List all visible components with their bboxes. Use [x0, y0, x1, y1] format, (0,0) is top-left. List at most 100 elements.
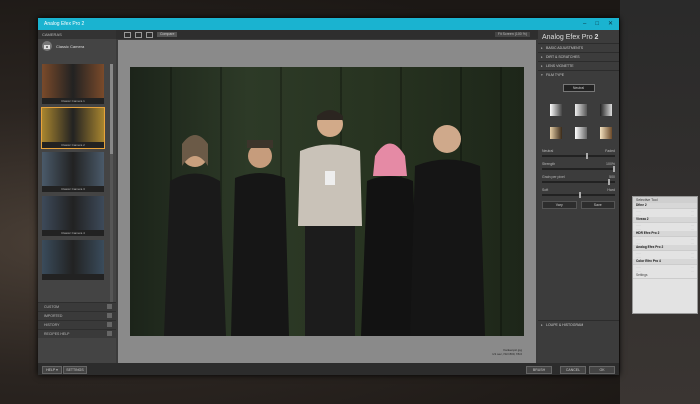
thumbs-scrollbar[interactable]: [110, 64, 113, 304]
add-icon[interactable]: [107, 322, 112, 327]
thumb-caption: [42, 274, 104, 280]
faded-label: Faded: [605, 149, 615, 153]
left-section[interactable]: CUSTOM: [38, 302, 116, 311]
strength-label: Strength: [542, 162, 556, 166]
grain-slider[interactable]: [542, 179, 615, 185]
selective-tool-panel: Selective Tool Dfine 2 ····· ··· ····· ··· Vi…: [632, 196, 698, 314]
single-view-icon[interactable]: [124, 31, 131, 38]
adjust-section[interactable]: ▸ DIRT & SCRATCHES: [538, 52, 619, 61]
preset-thumb[interactable]: Classic Camera 2: [41, 107, 105, 149]
swatch-2[interactable]: [575, 104, 587, 116]
adjustments-panel: Analog Efex Pro 2 ▸ BASIC ADJUSTMENTS ▸ DIR…: [538, 30, 619, 375]
left-section[interactable]: HISTORY: [38, 320, 116, 329]
preset-thumb[interactable]: Classic Camera 1: [42, 64, 104, 104]
swatch-1[interactable]: [550, 104, 562, 116]
ok-button[interactable]: OK: [589, 366, 615, 374]
camera-category[interactable]: Classic Camera: [38, 39, 116, 53]
fade-slider[interactable]: [542, 153, 615, 159]
maximize-icon[interactable]: □: [595, 18, 599, 30]
thumb-image: [42, 64, 104, 98]
thumb-caption: Classic Camera 3: [61, 187, 85, 191]
section-label: FILM TYPE: [546, 73, 565, 77]
person-1: [164, 135, 226, 336]
save-button[interactable]: Save: [580, 201, 615, 209]
settings-button[interactable]: SETTINGS: [63, 366, 87, 374]
zoom-select[interactable]: Fit Screen (100 %): [494, 32, 530, 37]
section-label: BASIC ADJUSTMENTS: [546, 46, 584, 50]
strength-slider[interactable]: [542, 166, 615, 172]
neutral-label: Neutral: [542, 149, 554, 153]
person-5: [410, 125, 485, 336]
side-by-side-icon[interactable]: [146, 31, 153, 38]
add-icon[interactable]: [107, 304, 112, 309]
add-icon[interactable]: [107, 313, 112, 318]
left-section-label: CUSTOM: [44, 305, 60, 309]
left-section[interactable]: IMPORTED: [38, 311, 116, 320]
close-icon[interactable]: ✕: [608, 18, 613, 30]
thumb-image: [42, 196, 104, 230]
thumb-caption: Classic Camera 2: [61, 143, 85, 147]
hard-label: Hard: [607, 188, 615, 192]
soft-label: Soft: [542, 188, 549, 192]
adjust-section[interactable]: ▾ FILM TYPE: [538, 70, 619, 79]
preset-thumbnails: Classic Camera 1 Classic Camera 2 Classic …: [41, 64, 108, 284]
title-number: 2: [594, 34, 599, 41]
thumb-caption: Classic Camera 1: [61, 99, 85, 103]
minimize-icon[interactable]: –: [583, 18, 586, 30]
preset-thumb[interactable]: [42, 240, 104, 280]
left-section-label: RECIPES HELP: [44, 332, 70, 336]
loupe-section[interactable]: ▸ LOUPE & HISTOGRAM: [538, 320, 619, 329]
left-sections: CUSTOM IMPORTED HISTORY RECIPES HELP: [38, 302, 116, 338]
caption-info: 1/1 sec, ISO 800, f/8.0: [492, 352, 522, 356]
category-label: Classic Camera: [56, 43, 85, 49]
softness-slider[interactable]: [542, 192, 615, 198]
bottom-bar: HELP ▾ SETTINGS BRUSH CANCEL OK: [38, 363, 619, 375]
film-swatches: [550, 104, 619, 139]
adjust-section[interactable]: ▸ BASIC ADJUSTMENTS: [538, 43, 619, 52]
film-preset-select[interactable]: Neutral: [562, 84, 595, 92]
preset-thumb[interactable]: Classic Camera 4: [42, 196, 104, 236]
presets-panel: CAMERAS Classic Camera Classic Camera 1C…: [38, 30, 116, 375]
thumb-image: [42, 152, 104, 186]
swatch-5[interactable]: [575, 127, 587, 139]
split-view-icon[interactable]: [135, 31, 142, 38]
preset-thumb[interactable]: Classic Camera 3: [42, 152, 104, 192]
expand-icon: ▸: [541, 64, 543, 68]
loupe-label: LOUPE & HISTOGRAM: [546, 323, 584, 327]
preview-canvas: frankenpic.jpg 1/1 sec, ISO 800, f/8.0: [118, 40, 536, 368]
toolbar: Compare Fit Screen (100 %): [116, 30, 538, 39]
compare-button[interactable]: Compare: [157, 32, 178, 37]
window-title: Analog Efex Pro 2: [44, 21, 85, 27]
left-section-label: HISTORY: [44, 323, 60, 327]
vary-button[interactable]: Vary: [542, 201, 577, 209]
grain-label: Grain per pixel: [542, 175, 565, 179]
section-label: DIRT & SCRATCHES: [546, 55, 580, 59]
expand-icon: ▾: [541, 73, 543, 77]
swatch-6[interactable]: [600, 127, 612, 139]
thumb-caption: Classic Camera 4: [61, 231, 85, 235]
swatch-4[interactable]: [550, 127, 562, 139]
swatch-3[interactable]: [600, 104, 612, 116]
title-bar: Analog Efex Pro 2 – □ ✕: [38, 18, 619, 30]
app-window: Analog Efex Pro 2 – □ ✕ CAMERAS Classic …: [38, 18, 619, 375]
expand-icon: ▸: [541, 55, 543, 59]
panel-title: Analog Efex Pro 2: [538, 30, 619, 43]
thumb-image: [42, 108, 104, 142]
adjust-section[interactable]: ▸ LENS VIGNETTE: [538, 61, 619, 70]
selective-tool-row[interactable]: Settings: [633, 273, 697, 279]
help-button[interactable]: HELP ▾: [42, 366, 62, 374]
left-section[interactable]: RECIPES HELP: [38, 329, 116, 338]
person-2: [231, 140, 289, 336]
camera-icon: [42, 41, 52, 51]
grain-value: 500: [609, 175, 615, 179]
left-section-label: IMPORTED: [44, 314, 63, 318]
title-prefix: Analog Efex Pro: [542, 34, 595, 41]
add-icon[interactable]: [107, 331, 112, 336]
thumb-image: [42, 240, 104, 274]
brush-button[interactable]: BRUSH: [526, 366, 552, 374]
expand-icon: ▸: [541, 46, 543, 50]
section-label: LENS VIGNETTE: [546, 64, 574, 68]
preview-photo: [130, 67, 524, 336]
cameras-header[interactable]: CAMERAS: [38, 30, 116, 39]
cancel-button[interactable]: CANCEL: [560, 366, 586, 374]
